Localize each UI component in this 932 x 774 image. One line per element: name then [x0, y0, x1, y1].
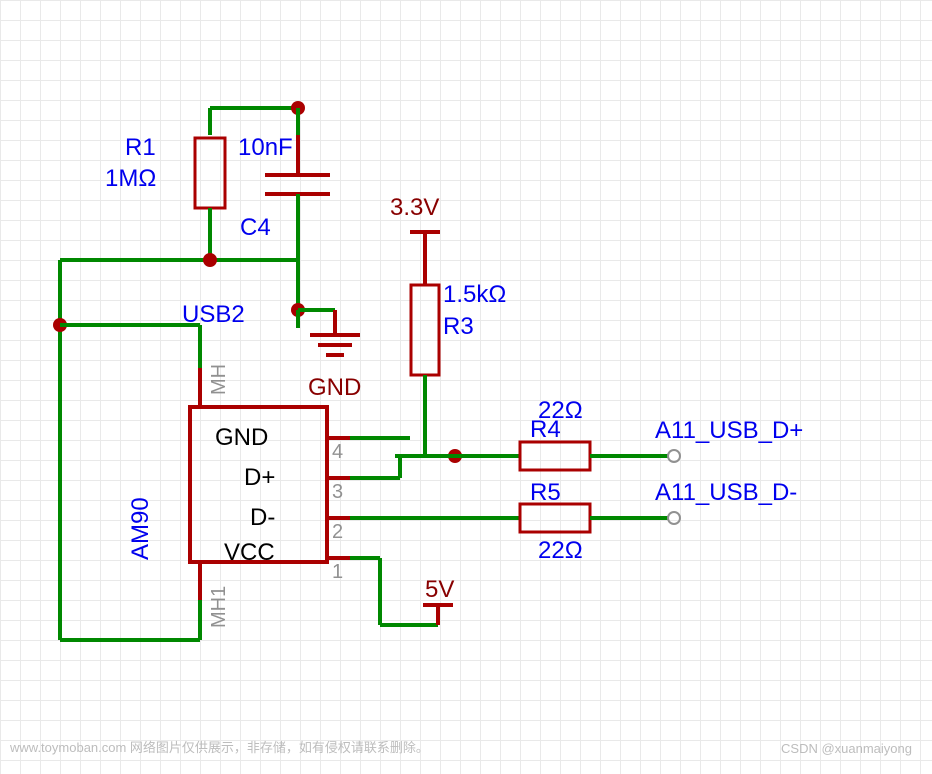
mh-bot-label: MH1 [208, 586, 230, 628]
r1-val: 1MΩ [105, 165, 156, 192]
resistor-r4-body [520, 442, 590, 470]
c4-val: 10nF [238, 134, 293, 161]
net-dm-label: A11_USB_D- [655, 479, 797, 506]
usb-val: AM90 [127, 497, 154, 560]
net-endpoint [668, 450, 680, 462]
pin-gnd-label: GND [215, 424, 268, 451]
pin-dp-label: D+ [244, 464, 275, 491]
r4-val: 22Ω [538, 397, 583, 424]
usb-ref: USB2 [182, 301, 245, 328]
mh-top-label: MH [208, 364, 230, 395]
r3-val: 1.5kΩ [443, 281, 506, 308]
pin-vcc-label: VCC [224, 539, 275, 566]
schematic-canvas: R1 1MΩ 10nF C4 GND GND D+ D- VCC 4 3 2 1… [0, 0, 932, 774]
pin1-num: 1 [332, 561, 343, 583]
pin3-num: 3 [332, 481, 343, 503]
r3-ref: R3 [443, 313, 474, 340]
net-endpoint [668, 512, 680, 524]
r1-ref: R1 [125, 134, 156, 161]
footer-left: www.toymoban.com 网络图片仅供展示，非存储，如有侵权请联系删除。 [10, 737, 429, 756]
junction [203, 253, 217, 267]
footer-right: CSDN @xuanmaiyong [781, 741, 912, 756]
r5-val: 22Ω [538, 537, 583, 564]
resistor-r5-body [520, 504, 590, 532]
r5-ref: R5 [530, 479, 561, 506]
pin2-num: 2 [332, 521, 343, 543]
gnd-label: GND [308, 374, 361, 401]
resistor-r3-body [411, 285, 439, 375]
pin-dm-label: D- [250, 504, 275, 531]
net-dp-label: A11_USB_D+ [655, 417, 803, 444]
c4-ref: C4 [240, 214, 271, 241]
resistor-r1-body [195, 138, 225, 208]
v33-label: 3.3V [390, 194, 439, 221]
v5-label: 5V [425, 576, 454, 603]
pin4-num: 4 [332, 441, 343, 463]
